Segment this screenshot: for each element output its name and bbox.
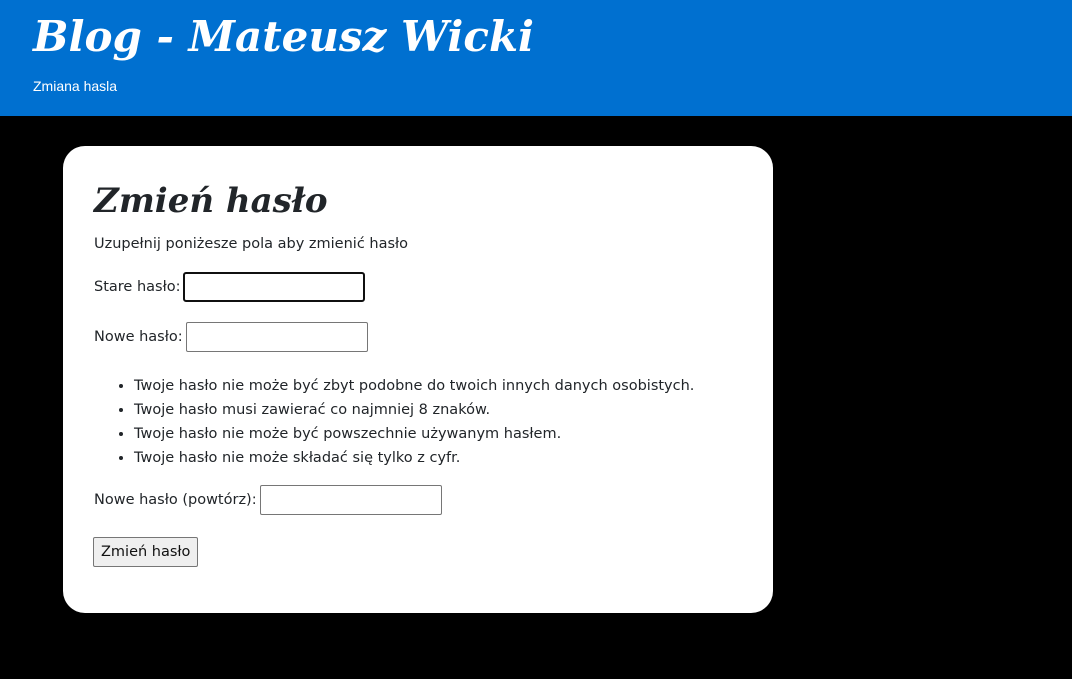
old-password-label: Stare hasło: [94, 279, 181, 295]
site-header: Blog - Mateusz Wicki Zmiana hasla [0, 0, 1072, 116]
change-password-button[interactable]: Zmień hasło [93, 537, 199, 567]
password-change-card: Zmień hasło Uzupełnij poniżesze pola aby… [63, 146, 773, 613]
password-rule-item: Twoje hasło nie może składać się tylko z… [134, 446, 694, 470]
repeat-password-row: Nowe hasło (powtórz): [94, 485, 442, 515]
password-rules-list: Twoje hasło nie może być zbyt podobne do… [94, 374, 694, 470]
new-password-input[interactable] [185, 322, 368, 352]
new-password-row: Nowe hasło: [94, 322, 368, 352]
password-rule-item: Twoje hasło musi zawierać co najmniej 8 … [134, 398, 694, 422]
site-title[interactable]: Blog - Mateusz Wicki [33, 8, 534, 66]
password-rule-item: Twoje hasło nie może być zbyt podobne do… [134, 374, 694, 398]
form-title: Zmień hasło [94, 181, 328, 221]
repeat-password-label: Nowe hasło (powtórz): [94, 492, 257, 508]
new-password-label: Nowe hasło: [94, 329, 183, 345]
old-password-row: Stare hasło: [94, 272, 366, 302]
page-subtitle: Zmiana hasla [33, 78, 118, 94]
old-password-input[interactable] [183, 272, 366, 302]
password-rule-item: Twoje hasło nie może być powszechnie uży… [134, 422, 694, 446]
form-intro: Uzupełnij poniżesze pola aby zmienić has… [94, 236, 409, 252]
repeat-password-input[interactable] [259, 485, 442, 515]
